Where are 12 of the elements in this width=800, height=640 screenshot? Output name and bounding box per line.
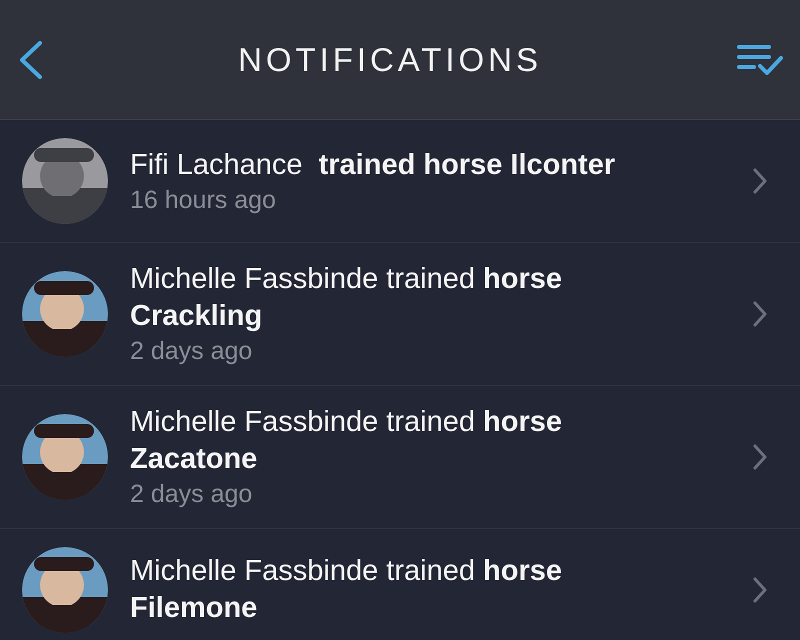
- chevron-icon[interactable]: [752, 576, 768, 604]
- notification-time: 2 days ago: [130, 479, 254, 510]
- chevron-icon[interactable]: [752, 167, 768, 195]
- notification-time: 2 days ago: [130, 336, 254, 367]
- notification-message: Michelle Fassbinde trained horse Zacatone: [130, 405, 563, 477]
- chevron-icon[interactable]: [752, 300, 768, 328]
- page-title: NOTIFICATIONS: [238, 40, 542, 80]
- notification-message: Michelle Fassbinde trained horse Crackling: [130, 262, 563, 334]
- notification-message: Fifi Lachance trained horse Ilconter: [130, 148, 616, 182]
- chevron-icon[interactable]: [752, 443, 768, 471]
- notification-message: Michelle Fassbinde trained horse Filemone: [130, 554, 563, 626]
- notification-time: 16 hours ago: [130, 184, 277, 216]
